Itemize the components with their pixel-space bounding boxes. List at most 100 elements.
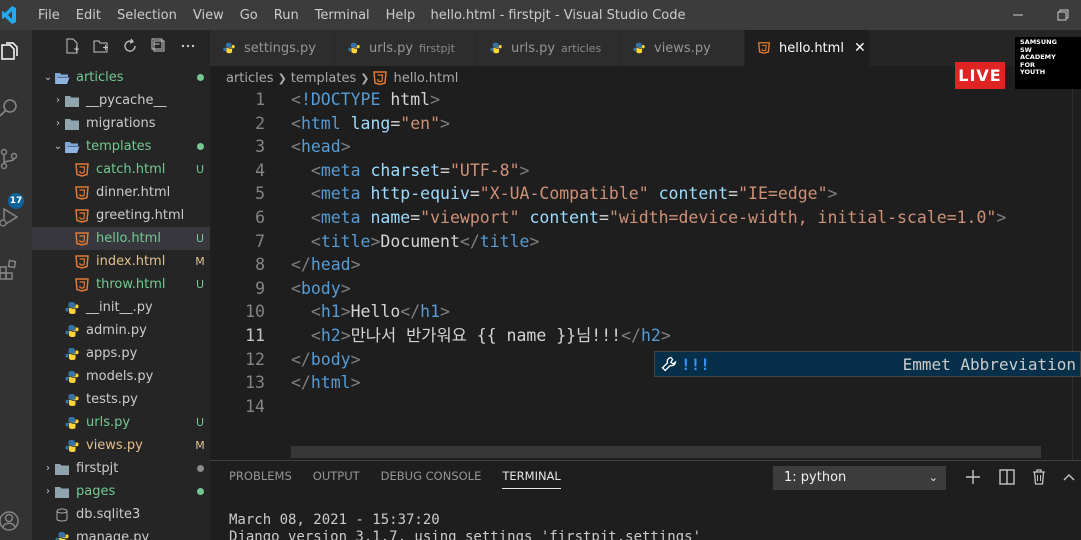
- tab-views-py[interactable]: views.py: [620, 30, 745, 66]
- vscode-logo-icon: [2, 6, 16, 24]
- tree-item[interactable]: index.html M: [32, 250, 210, 273]
- tree-item-label: __pycache__: [86, 93, 167, 108]
- new-terminal-icon[interactable]: [964, 468, 982, 486]
- tab-label: views.py: [654, 40, 711, 56]
- split-terminal-icon[interactable]: [998, 468, 1016, 486]
- menu-edit[interactable]: Edit: [68, 8, 109, 23]
- menu-help[interactable]: Help: [378, 8, 424, 23]
- tree-item[interactable]: db.sqlite3: [32, 503, 210, 526]
- code-token: html: [380, 90, 431, 109]
- tab-urls-py[interactable]: urls.py articles: [477, 30, 620, 66]
- line-number: 1: [255, 90, 265, 109]
- terminal-selector[interactable]: 1: python ⌄: [773, 466, 946, 490]
- tree-item[interactable]: › firstpjt: [32, 457, 210, 480]
- breadcrumb: articles ❯ templates ❯ hello.html: [226, 68, 458, 88]
- folder-icon: [55, 463, 69, 475]
- tab-urls-py[interactable]: urls.py firstpjt: [335, 30, 477, 66]
- menu-terminal[interactable]: Terminal: [307, 8, 378, 23]
- tree-item-label: index.html: [96, 254, 166, 269]
- code-token: <: [310, 160, 321, 180]
- code-token: <: [310, 302, 321, 322]
- menu-selection[interactable]: Selection: [109, 8, 185, 23]
- new-file-icon[interactable]: [64, 38, 80, 54]
- kill-terminal-icon[interactable]: [1030, 468, 1048, 486]
- tab-output[interactable]: OUTPUT: [313, 469, 360, 489]
- tree-item[interactable]: ⌄ templates: [32, 135, 210, 158]
- tree-item-label: catch.html: [96, 162, 166, 177]
- suggestion-detail: Emmet Abbreviation: [902, 354, 1076, 374]
- tree-item[interactable]: › __pycache__: [32, 89, 210, 112]
- tree-item[interactable]: › pages: [32, 480, 210, 503]
- panel-tabs: PROBLEMS OUTPUT DEBUG CONSOLE TERMINAL: [229, 469, 561, 489]
- new-folder-icon[interactable]: [93, 38, 109, 54]
- code-line: <head>: [291, 135, 351, 159]
- suggestion-label: !!!: [681, 354, 710, 374]
- tree-item[interactable]: dinner.html: [32, 181, 210, 204]
- python-file-icon: [65, 324, 79, 337]
- search-icon[interactable]: [0, 97, 20, 119]
- breadcrumb-templates[interactable]: templates: [291, 71, 356, 86]
- git-status-badge: [190, 140, 210, 153]
- tab-debug-console[interactable]: DEBUG CONSOLE: [381, 469, 482, 489]
- menu-go[interactable]: Go: [232, 8, 266, 23]
- live-badge: LIVE: [955, 62, 1005, 89]
- extensions-icon[interactable]: [0, 259, 20, 281]
- tree-item[interactable]: views.py M: [32, 434, 210, 457]
- more-actions-icon[interactable]: [180, 38, 196, 54]
- tree-item[interactable]: catch.html U: [32, 158, 210, 181]
- menu-view[interactable]: View: [185, 8, 232, 23]
- refresh-icon[interactable]: [122, 38, 138, 54]
- tree-item[interactable]: hello.html U: [32, 227, 210, 250]
- minimize-button[interactable]: [995, 0, 1041, 30]
- tree-item[interactable]: admin.py: [32, 319, 210, 342]
- code-line: <body>: [291, 277, 351, 301]
- source-control-icon[interactable]: [0, 148, 20, 170]
- html-file-icon: [758, 42, 770, 54]
- tree-item[interactable]: throw.html U: [32, 273, 210, 296]
- code-token: Document: [380, 231, 460, 251]
- code-token: <: [291, 137, 301, 157]
- autocomplete-suggestion[interactable]: !!! Emmet Abbreviation: [654, 351, 1081, 377]
- tree-item-label: admin.py: [86, 323, 147, 338]
- run-debug-icon[interactable]: [0, 206, 20, 228]
- html-file-icon: [75, 254, 89, 269]
- tree-item[interactable]: urls.py U: [32, 411, 210, 434]
- tree-item[interactable]: ⌄ articles: [32, 66, 210, 89]
- restore-button[interactable]: [1040, 0, 1081, 30]
- code-token: h1: [320, 302, 341, 322]
- account-icon[interactable]: [0, 510, 20, 532]
- code-token: >: [350, 349, 361, 369]
- tree-item[interactable]: manage.py: [32, 526, 210, 540]
- tree-item-label: tests.py: [86, 392, 138, 407]
- tab-terminal[interactable]: TERMINAL: [502, 469, 561, 489]
- menu-file[interactable]: File: [30, 8, 68, 23]
- code-line: <meta name="viewport" content="width=dev…: [291, 206, 1006, 230]
- code-editor[interactable]: 1 <!DOCTYPE html> 2 <html lang="en"> 3 <head>…: [210, 88, 1081, 460]
- line-number: 12: [245, 349, 265, 369]
- code-token: !DOCTYPE: [300, 90, 381, 109]
- close-icon[interactable]: ✕: [854, 40, 866, 56]
- tree-item[interactable]: tests.py: [32, 388, 210, 411]
- explorer-icon[interactable]: [0, 42, 20, 64]
- code-token: =: [410, 208, 421, 227]
- maximize-panel-icon[interactable]: [1060, 468, 1078, 486]
- menu-run[interactable]: Run: [266, 8, 307, 23]
- tree-item[interactable]: apps.py: [32, 342, 210, 365]
- breadcrumb-hello-html[interactable]: hello.html: [393, 71, 458, 86]
- collapse-all-icon[interactable]: [151, 38, 167, 54]
- tab-hello-html[interactable]: hello.html ✕: [745, 30, 870, 66]
- tab-settings-py[interactable]: settings.py: [210, 30, 335, 66]
- chevron-down-icon: ⌄: [928, 471, 938, 484]
- tree-item[interactable]: › migrations: [32, 112, 210, 135]
- code-token: Hello: [350, 302, 401, 322]
- line-number: 5: [255, 184, 265, 204]
- code-token: h2: [640, 326, 661, 345]
- breadcrumb-articles[interactable]: articles: [226, 71, 274, 86]
- tree-item[interactable]: greeting.html: [32, 204, 210, 227]
- tree-item[interactable]: models.py: [32, 365, 210, 388]
- horizontal-scrollbar[interactable]: [291, 446, 1041, 458]
- code-token: "viewport": [420, 208, 520, 227]
- tree-item[interactable]: __init__.py: [32, 296, 210, 319]
- tab-problems[interactable]: PROBLEMS: [229, 469, 292, 489]
